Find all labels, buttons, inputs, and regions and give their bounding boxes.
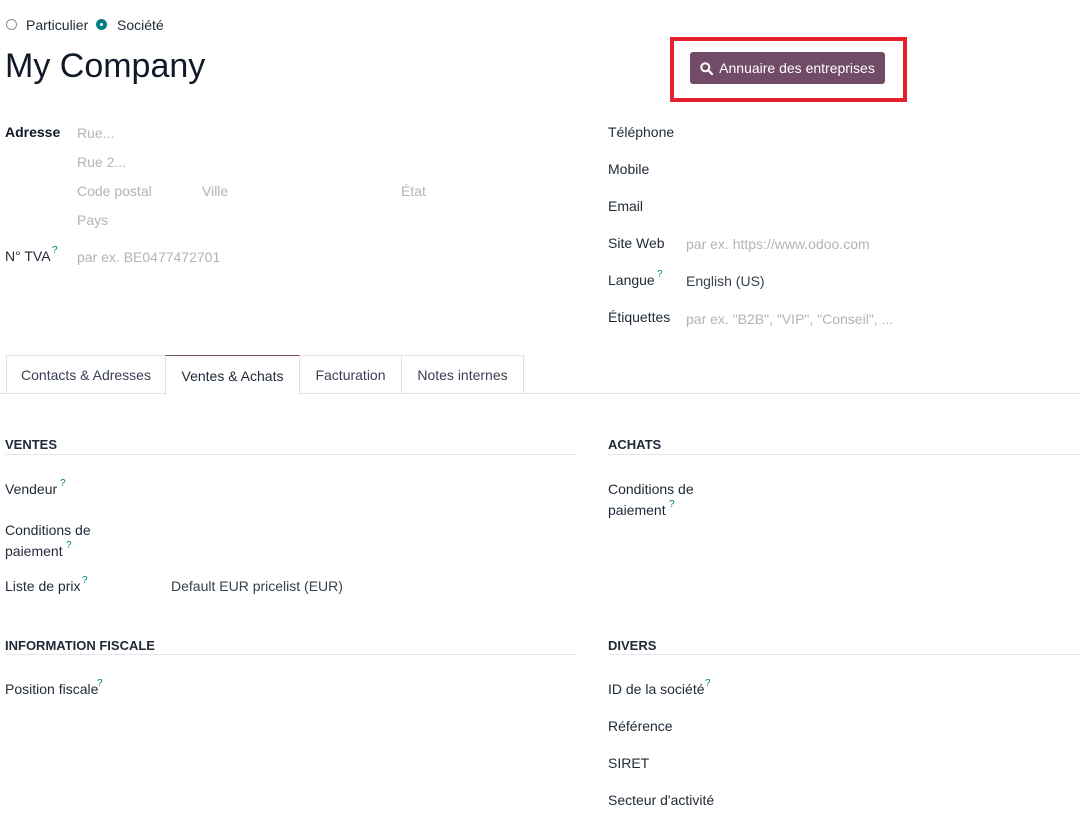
sales-payment-terms-label-line2: paiement: [5, 543, 63, 559]
salesperson-help-icon[interactable]: ?: [60, 478, 66, 489]
tab-contacts-addresses-label: Contacts & Adresses: [21, 367, 151, 383]
pricelist-label: Liste de prix: [5, 578, 81, 594]
language-help-icon[interactable]: ?: [657, 269, 663, 280]
purchase-payment-terms-help-icon[interactable]: ?: [669, 499, 675, 510]
zip-input[interactable]: Code postal: [77, 183, 152, 199]
sales-section-rule: [5, 454, 576, 455]
sales-section-title: VENTES: [5, 437, 58, 452]
language-select[interactable]: English (US): [686, 273, 765, 289]
street2-input[interactable]: Rue 2...: [77, 154, 126, 170]
siret-label: SIRET: [608, 755, 650, 771]
tab-sales-purchases[interactable]: Ventes & Achats: [165, 355, 300, 395]
misc-section-title: DIVERS: [608, 638, 657, 653]
state-input[interactable]: État: [401, 183, 426, 199]
company-id-label: ID de la société: [608, 681, 705, 697]
website-label: Site Web: [608, 235, 665, 251]
vat-input[interactable]: par ex. BE0477472701: [77, 249, 220, 265]
purchase-payment-terms-label-line2: paiement: [608, 502, 666, 518]
industry-label: Secteur d'activité: [608, 792, 715, 808]
tags-label: Étiquettes: [608, 309, 671, 325]
reference-label: Référence: [608, 718, 673, 734]
tab-internal-notes[interactable]: Notes internes: [401, 355, 524, 394]
tab-invoicing-label: Facturation: [315, 367, 386, 383]
pricelist-help-icon[interactable]: ?: [82, 575, 88, 586]
city-input[interactable]: Ville: [202, 183, 228, 199]
tab-contacts-addresses[interactable]: Contacts & Adresses: [6, 355, 166, 394]
radio-particulier-label[interactable]: Particulier: [26, 17, 88, 33]
pricelist-select[interactable]: Default EUR pricelist (EUR): [171, 578, 343, 594]
street-input[interactable]: Rue...: [77, 125, 114, 141]
company-name-field[interactable]: My Company: [5, 47, 205, 86]
country-input[interactable]: Pays: [77, 212, 108, 228]
highlight-box: [670, 37, 907, 102]
fiscal-section-title: INFORMATION FISCALE: [5, 638, 155, 653]
purchases-section-title: ACHATS: [608, 437, 662, 452]
sales-payment-terms-help-icon[interactable]: ?: [66, 540, 72, 551]
radio-particulier[interactable]: [6, 19, 17, 30]
company-id-help-icon[interactable]: ?: [705, 678, 711, 689]
tab-sales-purchases-label: Ventes & Achats: [181, 367, 284, 384]
tab-divider: [0, 393, 1080, 394]
vat-help-icon[interactable]: ?: [52, 245, 58, 256]
misc-section-rule: [608, 654, 1080, 655]
mobile-label: Mobile: [608, 161, 650, 177]
fiscal-section-rule: [5, 654, 576, 655]
email-label: Email: [608, 198, 644, 214]
salesperson-label: Vendeur: [5, 481, 58, 497]
sales-payment-terms-label-line1: Conditions de: [5, 522, 91, 538]
fiscal-position-label: Position fiscale: [5, 681, 99, 697]
tab-internal-notes-label: Notes internes: [417, 367, 508, 383]
purchase-payment-terms-label-line1: Conditions de: [608, 481, 694, 497]
fiscal-position-help-icon[interactable]: ?: [97, 678, 103, 689]
tab-invoicing[interactable]: Facturation: [299, 355, 402, 394]
tags-input[interactable]: par ex. "B2B", "VIP", "Conseil", ...: [686, 311, 893, 327]
vat-label: N° TVA: [5, 248, 51, 264]
radio-societe-label[interactable]: Société: [117, 17, 164, 33]
purchases-section-rule: [608, 454, 1080, 455]
address-label: Adresse: [5, 124, 61, 140]
language-label: Langue: [608, 272, 655, 288]
phone-label: Téléphone: [608, 124, 675, 140]
website-input[interactable]: par ex. https://www.odoo.com: [686, 236, 870, 252]
radio-societe[interactable]: [96, 19, 107, 30]
